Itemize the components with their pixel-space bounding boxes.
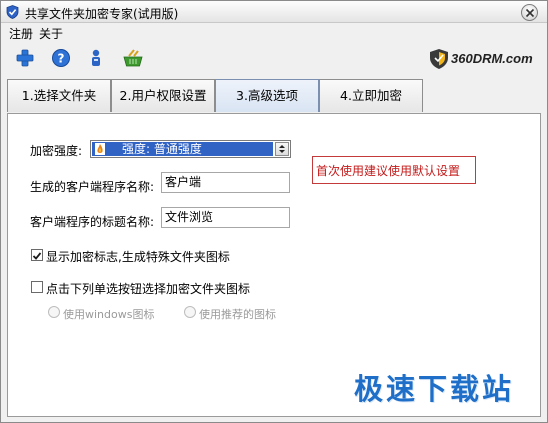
brand-shield-icon	[430, 49, 448, 69]
show-mark-checkbox[interactable]	[31, 249, 43, 261]
tab-encrypt-now[interactable]: 4.立即加密	[319, 79, 423, 112]
user-icon	[92, 49, 100, 66]
radio-recommended-icon[interactable]	[184, 306, 196, 318]
choose-icon-label: 点击下列单选按钮选择加密文件夹图标	[46, 282, 251, 296]
tab-advanced-options[interactable]: 3.高级选项	[215, 79, 319, 112]
shield-check-icon	[6, 5, 19, 19]
plus-icon	[16, 49, 34, 67]
strength-value: 强度: 普通强度	[122, 142, 202, 156]
menu-bar: 注册 关于	[1, 23, 547, 41]
hint-message: 首次使用建议使用默认设置	[312, 156, 476, 184]
tab-bar: 1.选择文件夹 2.用户权限设置 3.高级选项 4.立即加密	[1, 79, 547, 113]
show-mark-label: 显示加密标志,生成特殊文件夹图标	[46, 250, 230, 264]
strength-spin-button[interactable]	[275, 142, 289, 156]
title-name-label: 客户端程序的标题名称:	[30, 215, 155, 229]
window-title: 共享文件夹加密专家(试用版)	[25, 7, 179, 21]
strength-selected-option: 强度: 普通强度	[92, 142, 273, 156]
close-button[interactable]	[521, 4, 538, 21]
title-name-input[interactable]: 文件浏览	[161, 207, 290, 228]
basket-button[interactable]	[122, 48, 143, 68]
title-bar: 共享文件夹加密专家(试用版)	[1, 1, 547, 23]
help-icon: ?	[52, 49, 70, 67]
strength-select[interactable]: 强度: 普通强度	[90, 140, 291, 158]
advanced-options-panel: 加密强度: 强度: 普通强度 生成的客户端程序名称: 客户端 首次使用建议使用默…	[7, 113, 541, 417]
check-icon	[32, 252, 42, 260]
brand-logo: 360DRM.com	[429, 48, 539, 72]
brand-text: 360DRM.com	[451, 51, 533, 66]
flame-icon	[95, 143, 105, 155]
toolbar: ? 360DRM.com	[1, 43, 547, 77]
help-button[interactable]: ?	[51, 48, 71, 68]
add-button[interactable]	[15, 48, 35, 68]
choose-icon-checkbox[interactable]	[31, 281, 43, 293]
basket-icon	[123, 49, 143, 67]
radio-windows-icon[interactable]	[48, 306, 60, 318]
client-name-input[interactable]: 客户端	[161, 172, 290, 193]
user-button[interactable]	[86, 48, 106, 68]
watermark-text: 极速下载站	[354, 372, 515, 406]
menu-register[interactable]: 注册	[9, 25, 33, 42]
radio-recommended-label: 使用推荐的图标	[199, 308, 276, 321]
close-icon	[525, 8, 535, 18]
client-name-label: 生成的客户端程序名称:	[30, 180, 155, 194]
tab-select-folder[interactable]: 1.选择文件夹	[7, 79, 111, 112]
radio-windows-label: 使用windows图标	[63, 308, 155, 321]
app-window: 共享文件夹加密专家(试用版) 注册 关于 ? 360DRM.com 1.选择文件…	[0, 0, 548, 423]
updown-arrow-icon	[279, 145, 285, 153]
svg-text:?: ?	[58, 52, 65, 66]
tab-user-permissions[interactable]: 2.用户权限设置	[111, 79, 215, 112]
menu-about[interactable]: 关于	[39, 25, 63, 42]
strength-label: 加密强度:	[30, 144, 83, 158]
